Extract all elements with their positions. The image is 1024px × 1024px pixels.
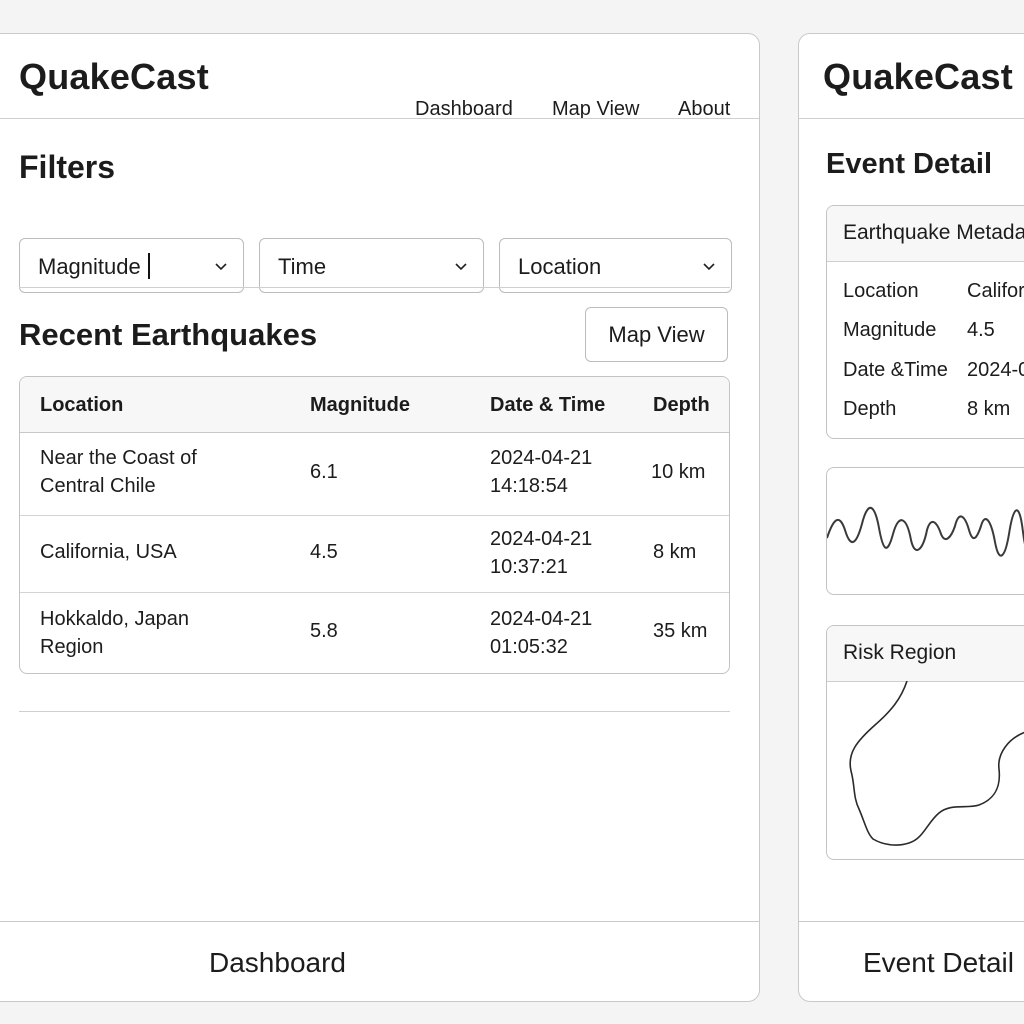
meta-value-location: California, USA: [967, 280, 1024, 302]
date-cell: 2024-04-21: [490, 528, 593, 550]
depth-cell: 35 km: [653, 620, 708, 642]
risk-region-card-header: Risk Region: [827, 626, 1024, 682]
event-detail-screen: QuakeCast Event Detail Earthquake Metada…: [798, 33, 1024, 1002]
table-header: Location Magnitude Date & Time Depth: [20, 377, 729, 433]
magnitude-cell: 5.8: [310, 620, 338, 642]
column-magnitude[interactable]: Magnitude: [310, 394, 410, 417]
recent-earthquakes-title: Recent Earthquakes: [19, 317, 318, 352]
earthquake-table: Location Magnitude Date & Time Depth Nea…: [19, 376, 730, 674]
waveform-card: [826, 467, 1024, 595]
metadata-card-header: Earthquake Metadata: [827, 206, 1024, 262]
location-cell: Hokkaldo, Japan Region: [40, 608, 189, 658]
magnitude-filter[interactable]: Magnitude: [19, 238, 244, 293]
time-cell: 14:18:54: [490, 475, 568, 497]
tab-event-detail[interactable]: Event Detail: [863, 947, 1014, 979]
header-divider: [799, 118, 1024, 119]
risk-region-map: [849, 681, 1024, 846]
app-title: QuakeCast: [823, 56, 1013, 97]
column-location[interactable]: Location: [40, 394, 123, 417]
column-depth[interactable]: Depth: [653, 394, 710, 417]
time-filter[interactable]: Time: [259, 238, 484, 293]
magnitude-cell: 4.5: [310, 541, 338, 563]
metadata-card-title: Earthquake Metadata: [843, 221, 1024, 244]
magnitude-filter-label: Magnitude: [38, 254, 141, 279]
tab-dashboard[interactable]: Dashboard: [209, 947, 346, 979]
table-bottom-divider: [19, 711, 730, 712]
meta-value-depth: 8 km: [967, 398, 1011, 420]
meta-label-date-time: Date &Time: [843, 359, 948, 381]
date-cell: 2024-04-21: [490, 608, 593, 630]
text-cursor: [148, 253, 150, 279]
meta-label-depth: Depth: [843, 398, 897, 420]
event-detail-title: Event Detail: [826, 148, 992, 180]
map-view-button[interactable]: Map View: [585, 307, 728, 362]
time-filter-label: Time: [278, 254, 327, 279]
table-row[interactable]: California, USA 4.5 2024-04-21 10:37:21 …: [20, 516, 729, 593]
dashboard-screen: QuakeCast Dashboard Map View About Filte…: [0, 33, 760, 1002]
metadata-card: Earthquake Metadata Location California,…: [826, 205, 1024, 439]
location-cell: California, USA: [40, 541, 177, 563]
location-filter-label: Location: [518, 254, 602, 279]
header-divider: [0, 118, 759, 119]
meta-value-date-time: 2024-04-21 10:37:21: [967, 359, 1024, 381]
time-cell: 10:37:21: [490, 556, 568, 578]
location-cell: Near the Coast of Central Chile: [40, 447, 197, 497]
depth-cell: 10 km: [651, 461, 706, 483]
risk-region-card: Risk Region: [826, 625, 1024, 860]
filters-divider: [19, 287, 730, 288]
risk-region-title: Risk Region: [843, 641, 957, 664]
meta-value-magnitude: 4.5: [967, 319, 995, 341]
chevron-down-icon: [215, 263, 227, 271]
seismic-waveform: [827, 506, 1024, 557]
bottom-tab-bar: Dashboard: [0, 921, 759, 1001]
column-date-time[interactable]: Date & Time: [490, 394, 605, 417]
meta-label-location: Location: [843, 280, 919, 302]
depth-cell: 8 km: [653, 541, 697, 563]
table-row[interactable]: Near the Coast of Central Chile 6.1 2024…: [20, 432, 729, 516]
magnitude-cell: 6.1: [310, 461, 338, 483]
table-row[interactable]: Hokkaldo, Japan Region 5.8 2024-04-21 01…: [20, 593, 729, 673]
chevron-down-icon: [455, 263, 467, 271]
filters-title: Filters: [19, 149, 116, 185]
bottom-tab-bar: Event Detail: [799, 921, 1024, 1001]
app-title: QuakeCast: [19, 56, 209, 97]
date-cell: 2024-04-21: [490, 447, 593, 469]
time-cell: 01:05:32: [490, 636, 568, 658]
meta-label-magnitude: Magnitude: [843, 319, 937, 341]
location-filter[interactable]: Location: [499, 238, 732, 293]
chevron-down-icon: [703, 263, 715, 271]
